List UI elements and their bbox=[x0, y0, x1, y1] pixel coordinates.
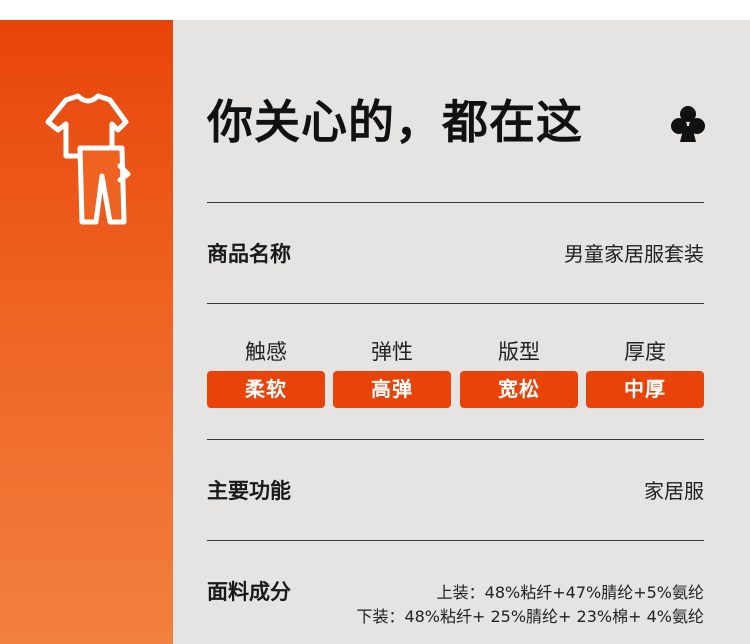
fabric-label: 面料成分 bbox=[207, 580, 291, 604]
attribute-feel: 触感 柔软 bbox=[207, 338, 325, 408]
fabric-top-composition: 上装：48%粘纤+47%腈纶+5%氨纶 bbox=[436, 583, 704, 602]
club-icon bbox=[671, 106, 705, 142]
divider bbox=[207, 202, 704, 203]
attribute-fit: 版型 宽松 bbox=[460, 338, 578, 408]
attribute-badge: 中厚 bbox=[586, 371, 704, 408]
attribute-badge: 柔软 bbox=[207, 371, 325, 408]
product-name-value: 男童家居服套装 bbox=[564, 242, 704, 266]
attribute-label: 厚度 bbox=[624, 340, 666, 364]
attribute-label: 弹性 bbox=[371, 340, 413, 364]
main-function-value: 家居服 bbox=[644, 479, 704, 503]
divider bbox=[207, 303, 704, 304]
attribute-thickness: 厚度 中厚 bbox=[586, 338, 704, 408]
sidebar bbox=[0, 20, 173, 644]
fabric-bottom-composition: 下装：48%粘纤+ 25%腈纶+ 23%棉+ 4%氨纶 bbox=[356, 607, 704, 626]
attribute-badge: 高弹 bbox=[333, 371, 451, 408]
clothing-set-icon bbox=[45, 93, 131, 225]
attribute-elasticity: 弹性 高弹 bbox=[333, 338, 451, 408]
attribute-badge: 宽松 bbox=[460, 371, 578, 408]
product-name-label: 商品名称 bbox=[207, 242, 291, 266]
divider bbox=[207, 540, 704, 541]
attribute-label: 版型 bbox=[498, 340, 540, 364]
divider bbox=[207, 439, 704, 440]
main-function-label: 主要功能 bbox=[207, 479, 291, 503]
top-strip bbox=[0, 0, 750, 20]
page-title: 你关心的，都在这 bbox=[207, 95, 583, 149]
attribute-label: 触感 bbox=[245, 340, 287, 364]
